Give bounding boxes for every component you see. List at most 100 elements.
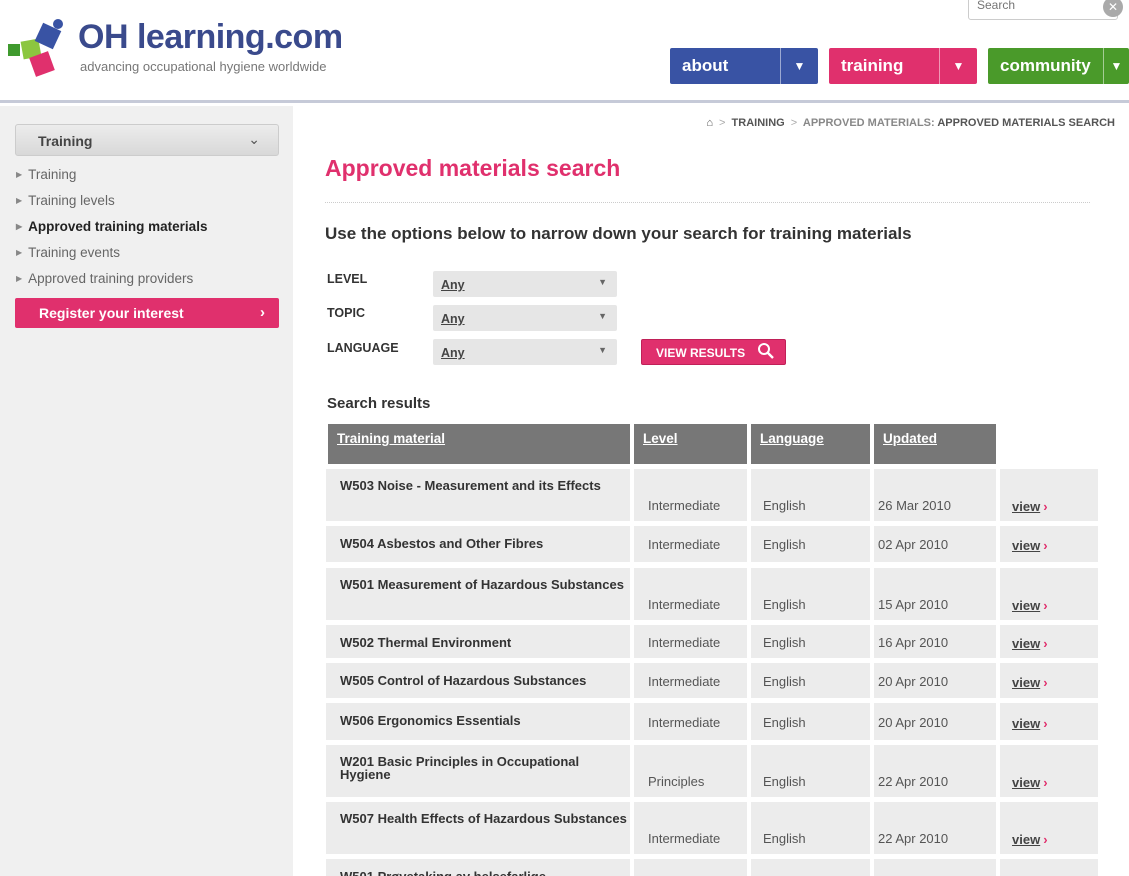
sidebar-item-training[interactable]: ▶ Training <box>16 167 76 182</box>
site-title[interactable]: OH learning.com <box>78 18 343 57</box>
chevron-down-icon: ⌄ <box>248 131 260 147</box>
row-level: Intermediate <box>648 674 721 689</box>
row-updated: 02 Apr 2010 <box>878 537 949 552</box>
dropdown-arrow-icon: ▼ <box>598 345 607 355</box>
home-icon[interactable]: ⌂ <box>706 117 713 129</box>
logo-icon[interactable] <box>8 16 70 78</box>
view-link[interactable]: view › <box>1012 832 1048 847</box>
table-cell <box>634 469 747 521</box>
page-title: Approved materials search <box>325 155 621 181</box>
chevron-right-icon: › <box>1043 538 1048 553</box>
row-title[interactable]: W501 Measurement of Hazardous Substances <box>340 578 630 591</box>
sidebar-item-label: Training levels <box>28 193 115 208</box>
chevron-right-icon: › <box>1043 598 1048 613</box>
sidebar-item-approved-training-providers[interactable]: ▶ Approved training providers <box>16 271 193 286</box>
view-link[interactable]: view › <box>1012 598 1048 613</box>
row-updated: 22 Apr 2010 <box>878 774 949 789</box>
table-row: W504 Asbestos and Other Fibres Intermedia… <box>326 526 1098 562</box>
row-title[interactable]: W507 Health Effects of Hazardous Substan… <box>340 812 630 825</box>
row-title[interactable]: W503 Noise - Measurement and its Effects <box>340 479 630 492</box>
table-cell <box>874 745 996 797</box>
site-header: OH learning.com advancing occupational h… <box>0 0 1129 103</box>
column-header-level[interactable]: Level <box>634 424 747 464</box>
sidebar-item-label: Training events <box>28 245 120 260</box>
row-updated: 26 Mar 2010 <box>878 498 951 513</box>
row-title[interactable]: W201 Basic Principles in Occupational Hy… <box>340 755 630 781</box>
row-updated: 15 Apr 2010 <box>878 597 949 612</box>
view-link[interactable]: view › <box>1012 538 1048 553</box>
filter-language-select[interactable]: Any ▼ <box>433 339 617 365</box>
chevron-right-icon: › <box>1043 775 1048 790</box>
breadcrumb-item[interactable]: APPROVED MATERIALS: <box>803 117 935 129</box>
row-title[interactable]: W506 Ergonomics Essentials <box>340 714 630 727</box>
chevron-down-icon[interactable]: ▼ <box>780 48 818 84</box>
chevron-right-icon: › <box>1043 716 1048 731</box>
row-level: Intermediate <box>648 537 721 552</box>
filter-topic-select[interactable]: Any ▼ <box>433 305 617 331</box>
breadcrumb-current: APPROVED MATERIALS SEARCH <box>937 117 1115 129</box>
table-row: W201 Basic Principles in Occupational Hy… <box>326 745 1098 797</box>
row-title[interactable]: W502 Thermal Environment <box>340 636 630 649</box>
view-link[interactable]: view › <box>1012 499 1048 514</box>
view-results-button[interactable]: VIEW RESULTS <box>641 339 786 365</box>
row-updated: 22 Apr 2010 <box>878 831 949 846</box>
view-link-label: view <box>1012 832 1041 847</box>
arrow-right-icon: ▶ <box>16 170 23 179</box>
view-link-label: view <box>1012 499 1041 514</box>
row-language: English <box>763 674 806 689</box>
table-cell <box>634 859 747 876</box>
table-cell <box>634 745 747 797</box>
sidebar-item-training-levels[interactable]: ▶ Training levels <box>16 193 115 208</box>
column-header-language[interactable]: Language <box>751 424 870 464</box>
chevron-down-icon[interactable]: ▼ <box>939 48 977 84</box>
register-interest-label: Register your interest <box>39 305 184 321</box>
table-row: W505 Control of Hazardous Substances Inte… <box>326 663 1098 698</box>
view-results-label: VIEW RESULTS <box>656 346 746 360</box>
table-row: W507 Health Effects of Hazardous Substan… <box>326 802 1098 854</box>
breadcrumb-item[interactable]: TRAINING <box>732 117 785 129</box>
row-language: English <box>763 715 806 730</box>
chevron-right-icon: › <box>1043 499 1048 514</box>
row-updated: 20 Apr 2010 <box>878 715 949 730</box>
filter-language-label: LANGUAGE <box>327 341 399 355</box>
chevron-down-icon[interactable]: ▼ <box>1103 48 1129 84</box>
nav-training-button[interactable]: training ▼ <box>829 48 977 84</box>
dropdown-arrow-icon: ▼ <box>598 311 607 321</box>
filter-level-select[interactable]: Any ▼ <box>433 271 617 297</box>
view-link[interactable]: view › <box>1012 775 1048 790</box>
register-interest-button[interactable]: Register your interest › <box>15 298 279 328</box>
sidebar-item-label: Approved training materials <box>28 219 208 234</box>
sidebar-heading-label: Training <box>38 133 93 149</box>
view-link[interactable]: view › <box>1012 636 1048 651</box>
sidebar-item-label: Training <box>28 167 77 182</box>
view-link-label: view <box>1012 775 1041 790</box>
row-title[interactable]: W504 Asbestos and Other Fibres <box>340 537 630 550</box>
filter-level-value: Any <box>441 278 465 292</box>
sidebar-item-training-events[interactable]: ▶ Training events <box>16 245 120 260</box>
chevron-right-icon: › <box>260 304 265 321</box>
column-header-training-material[interactable]: Training material <box>328 424 630 464</box>
search-input[interactable] <box>969 0 1079 19</box>
intro-text: Use the options below to narrow down you… <box>325 224 912 243</box>
sidebar-item-approved-training-materials[interactable]: ▶ Approved training materials <box>16 219 207 234</box>
nav-about-button[interactable]: about ▼ <box>670 48 818 84</box>
row-title[interactable]: W501 Prøvetaking av helsefarlige <box>340 870 630 876</box>
table-cell <box>634 568 747 620</box>
filter-topic-value: Any <box>441 312 465 326</box>
table-cell <box>326 802 630 854</box>
filter-topic-label: TOPIC <box>327 306 365 320</box>
nav-community-button[interactable]: community ▼ <box>988 48 1129 84</box>
row-language: English <box>763 635 806 650</box>
search-icon[interactable]: ✕ <box>1103 0 1123 17</box>
row-language: English <box>763 498 806 513</box>
row-language: English <box>763 831 806 846</box>
view-link-label: view <box>1012 598 1041 613</box>
column-header-updated[interactable]: Updated <box>874 424 996 464</box>
view-link[interactable]: view › <box>1012 716 1048 731</box>
row-title[interactable]: W505 Control of Hazardous Substances <box>340 674 630 687</box>
nav-community-label: community <box>1000 56 1091 75</box>
row-language: English <box>763 597 806 612</box>
view-link[interactable]: view › <box>1012 675 1048 690</box>
table-cell <box>634 802 747 854</box>
sidebar-heading[interactable]: Training ⌄ <box>15 124 279 156</box>
